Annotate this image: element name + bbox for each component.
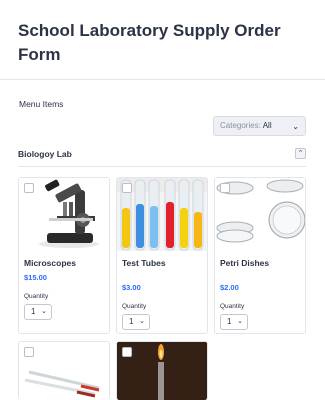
chevron-down-icon: ⌄ xyxy=(237,318,243,325)
filter-prefix: Categories: xyxy=(220,121,261,130)
category-filter-dropdown[interactable]: Categories: All ⌄ xyxy=(213,116,306,136)
quantity-label: Quantity xyxy=(24,293,49,300)
product-name: Microscopes xyxy=(24,258,76,268)
select-checkbox[interactable] xyxy=(24,347,34,357)
section-divider xyxy=(18,166,306,167)
chevron-down-icon: ⌄ xyxy=(292,122,299,131)
section-title: Biologoy Lab xyxy=(18,149,72,159)
select-checkbox[interactable] xyxy=(220,183,230,193)
chevron-down-icon: ⌄ xyxy=(41,308,47,315)
quantity-label: Quantity xyxy=(122,303,147,310)
chevron-up-icon: ⌃ xyxy=(297,150,304,157)
select-checkbox[interactable] xyxy=(24,183,34,193)
chevron-down-icon: ⌄ xyxy=(139,318,145,325)
product-card-test-tubes[interactable]: Test Tubes $3.00 Quantity 1 ⌄ xyxy=(116,177,208,334)
menu-items-label: Menu Items xyxy=(19,99,64,109)
product-card-petri-dishes[interactable]: Petri Dishes $2.00 Quantity 1 ⌄ xyxy=(214,177,306,334)
product-card-burner[interactable] xyxy=(116,341,208,400)
product-name: Petri Dishes xyxy=(220,258,270,268)
form-header: School Laboratory Supply Order Form xyxy=(0,0,325,80)
quantity-value: 1 xyxy=(31,307,36,316)
select-checkbox[interactable] xyxy=(122,347,132,357)
select-checkbox[interactable] xyxy=(122,183,132,193)
form-title: School Laboratory Supply Order Form xyxy=(18,21,281,64)
product-price: $3.00 xyxy=(122,283,141,292)
filter-value: All xyxy=(262,121,272,130)
quantity-value: 1 xyxy=(129,317,134,326)
product-name: Test Tubes xyxy=(122,258,166,268)
quantity-value: 1 xyxy=(227,317,232,326)
quantity-select[interactable]: 1 ⌄ xyxy=(122,314,150,330)
quantity-select[interactable]: 1 ⌄ xyxy=(220,314,248,330)
product-card-stirring-rods[interactable] xyxy=(18,341,110,400)
product-price: $15.00 xyxy=(24,273,47,282)
quantity-select[interactable]: 1 ⌄ xyxy=(24,304,52,320)
product-price: $2.00 xyxy=(220,283,239,292)
quantity-label: Quantity xyxy=(220,303,245,310)
collapse-button[interactable]: ⌃ xyxy=(295,148,306,159)
product-card-microscopes[interactable]: Microscopes $15.00 Quantity 1 ⌄ xyxy=(18,177,110,334)
